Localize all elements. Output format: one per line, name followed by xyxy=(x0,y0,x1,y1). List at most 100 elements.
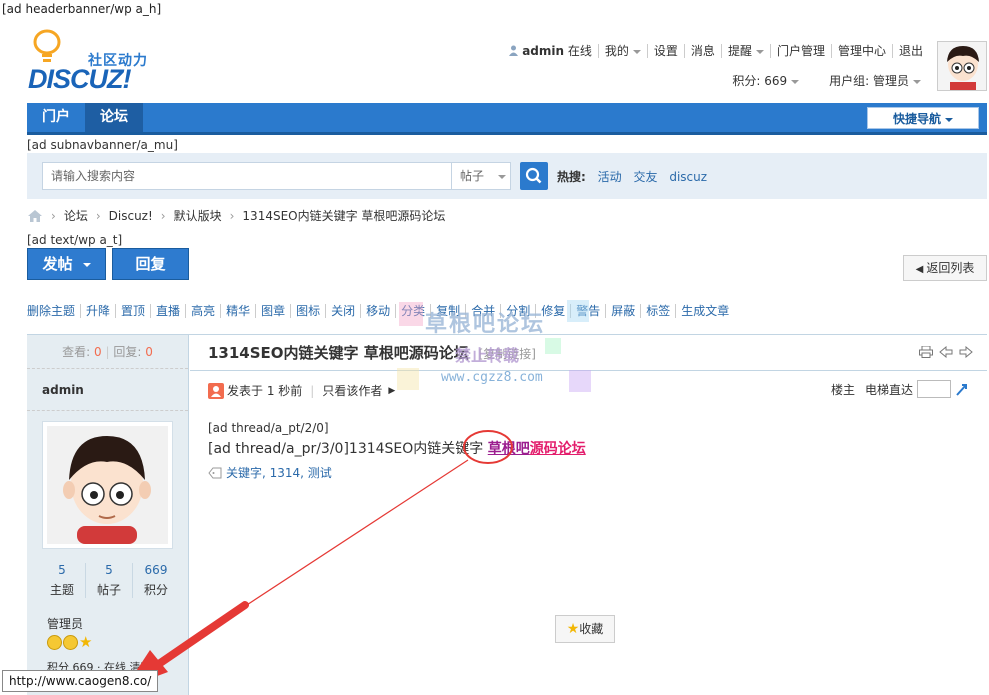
thread-tools xyxy=(919,346,973,358)
browser-status-bar: http://www.caogen8.co/ xyxy=(2,670,159,692)
online-status: 在线 xyxy=(567,44,592,58)
meta-divider: | xyxy=(310,383,315,398)
mod-digest[interactable]: 精华 xyxy=(220,304,255,318)
mod-stamp[interactable]: 图章 xyxy=(255,304,290,318)
star-icon: ★ xyxy=(566,621,580,637)
mod-merge[interactable]: 合并 xyxy=(465,304,500,318)
search-type-select[interactable]: 帖子 xyxy=(451,162,511,190)
chevron-down-icon xyxy=(82,262,91,267)
points-menu[interactable]: 积分: 669 xyxy=(732,72,800,89)
breadcrumb-thread[interactable]: 1314SEO内链关键字 草根吧源码论坛 xyxy=(242,207,445,224)
tag-links[interactable]: 关键字, 1314, 测试 xyxy=(226,464,332,481)
keyword-link[interactable]: 草根吧 xyxy=(488,441,530,457)
tab-forum[interactable]: 论坛 xyxy=(85,103,143,132)
thread-stats: 查看: 0 | 回复: 0 xyxy=(27,335,188,369)
search-bar: 请输入搜索内容 帖子 热搜: 活动 交友 discuz xyxy=(27,153,987,199)
nav-admin-center[interactable]: 管理中心 xyxy=(830,44,892,58)
nav-messages[interactable]: 消息 xyxy=(683,44,721,58)
mod-repair[interactable]: 修复 xyxy=(535,304,570,318)
nav-settings[interactable]: 设置 xyxy=(646,44,684,58)
site-logo[interactable]: 社区动力 DISCUZ! xyxy=(28,28,168,98)
nav-logout[interactable]: 退出 xyxy=(891,44,929,58)
mod-sticky[interactable]: 置顶 xyxy=(115,304,150,318)
smiley-icon xyxy=(47,635,62,650)
print-icon[interactable] xyxy=(919,346,933,358)
chevron-down-icon xyxy=(945,117,953,122)
mod-icon[interactable]: 图标 xyxy=(290,304,325,318)
nav-my-label: 我的 xyxy=(604,44,629,58)
hot-search-link[interactable]: discuz xyxy=(669,170,707,184)
keyword-link[interactable]: 源码论坛 xyxy=(530,441,586,457)
points-label: 积分: 669 xyxy=(732,74,788,88)
user-stats: 积分: 669 用户组: 管理员 xyxy=(702,72,921,89)
hot-search-link[interactable]: 活动 xyxy=(598,170,622,184)
hot-search: 热搜: 活动 交友 discuz xyxy=(557,168,715,185)
user-info[interactable]: admin 在线 xyxy=(502,44,598,58)
author-group[interactable]: 管理员 xyxy=(47,615,83,632)
nav-reminders[interactable]: 提醒 xyxy=(720,44,770,58)
breadcrumb-separator: › xyxy=(95,208,101,223)
author-avatar[interactable] xyxy=(42,421,173,549)
logo-en: DISCUZ! xyxy=(28,64,131,94)
breadcrumb-default-board[interactable]: 默认版块 xyxy=(174,207,222,224)
hot-search-link[interactable]: 交友 xyxy=(633,170,657,184)
mod-warn[interactable]: 警告 xyxy=(570,304,605,318)
mod-block[interactable]: 屏蔽 xyxy=(605,304,640,318)
copy-link[interactable]: [复制链接] xyxy=(479,347,536,361)
author-name[interactable]: admin xyxy=(27,369,188,411)
breadcrumb-separator: › xyxy=(51,208,56,223)
mod-tag[interactable]: 标签 xyxy=(640,304,675,318)
back-to-list-button[interactable]: ◀ 返回列表 xyxy=(903,255,987,281)
mod-category[interactable]: 分类 xyxy=(395,304,430,318)
prev-thread-icon[interactable] xyxy=(939,346,953,358)
next-thread-icon[interactable] xyxy=(959,346,973,358)
nav-portal-admin[interactable]: 门户管理 xyxy=(769,44,831,58)
count-threads[interactable]: 5 主题 xyxy=(39,563,85,598)
mod-live[interactable]: 直播 xyxy=(150,304,185,318)
floor-label: 楼主 xyxy=(830,382,855,397)
tab-portal[interactable]: 门户 xyxy=(27,103,85,132)
nav-my[interactable]: 我的 xyxy=(597,44,647,58)
user-badge-icon xyxy=(208,382,224,399)
ad-text-banner: [ad text/wp a_t] xyxy=(27,233,123,247)
elevator-go-icon[interactable] xyxy=(955,382,969,396)
views-label: 查看: xyxy=(62,345,91,359)
post-tags: 关键字, 1314, 测试 xyxy=(208,464,586,481)
search-input[interactable]: 请输入搜索内容 xyxy=(42,162,452,190)
only-author-link[interactable]: 只看该作者 xyxy=(322,382,382,399)
mod-close[interactable]: 关闭 xyxy=(325,304,360,318)
smiley-icon xyxy=(63,635,78,650)
rank-stars: ★ xyxy=(47,635,92,650)
reply-button[interactable]: 回复 xyxy=(112,248,189,280)
home-icon[interactable] xyxy=(27,209,43,223)
count-points[interactable]: 669 积分 xyxy=(132,563,179,598)
ad-subnav-banner: [ad subnavbanner/a_mu] xyxy=(27,138,178,152)
thread-title: 1314SEO内链关键字 草根吧源码论坛 xyxy=(208,344,469,362)
mod-delete-thread[interactable]: 删除主题 xyxy=(27,304,80,318)
ad-thread-line: [ad thread/a_pt/2/0] xyxy=(208,421,329,435)
mod-copy[interactable]: 复制 xyxy=(430,304,465,318)
mod-generate-article[interactable]: 生成文章 xyxy=(675,304,734,318)
favorite-button[interactable]: ★收藏 xyxy=(555,615,615,643)
quick-nav-label: 快捷导航 xyxy=(892,112,941,126)
user-group[interactable]: 用户组: 管理员 xyxy=(829,72,921,89)
breadcrumb-forum[interactable]: 论坛 xyxy=(64,207,88,224)
quick-nav-button[interactable]: 快捷导航 xyxy=(867,107,979,129)
favorite-label: 收藏 xyxy=(579,622,604,636)
mod-move[interactable]: 移动 xyxy=(360,304,395,318)
floor-jump-input[interactable] xyxy=(917,380,951,398)
mod-highlight[interactable]: 高亮 xyxy=(185,304,220,318)
chevron-down-icon xyxy=(755,49,764,54)
author-sidebar: 查看: 0 | 回复: 0 admin 5 主题 5 帖子 669 积分 管理员… xyxy=(27,335,189,695)
avatar[interactable] xyxy=(937,41,987,91)
star-icon: ★ xyxy=(79,633,93,651)
username[interactable]: admin xyxy=(522,44,564,58)
mod-split[interactable]: 分割 xyxy=(500,304,535,318)
count-posts[interactable]: 5 帖子 xyxy=(85,563,132,598)
breadcrumb-discuz[interactable]: Discuz! xyxy=(109,209,153,223)
new-post-label: 发帖 xyxy=(42,255,73,273)
search-button[interactable] xyxy=(520,162,548,190)
count-label: 帖子 xyxy=(96,583,121,597)
mod-bump[interactable]: 升降 xyxy=(80,304,115,318)
new-post-button[interactable]: 发帖 xyxy=(27,248,106,280)
